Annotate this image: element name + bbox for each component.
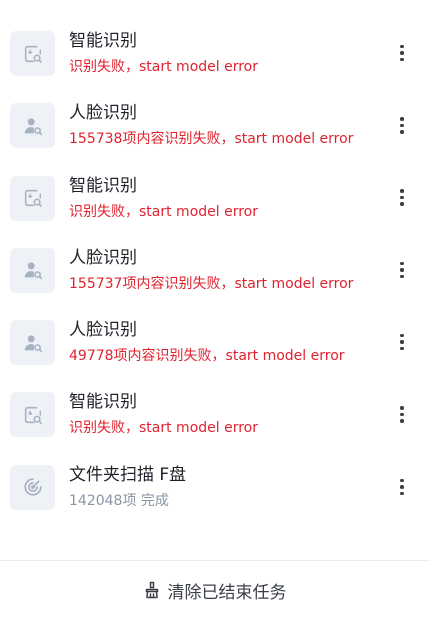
task-row-face-recognition-3[interactable]: 人脸识别 49778项内容识别失败，start model error (0, 306, 430, 378)
more-options-button[interactable] (390, 328, 414, 356)
more-options-button[interactable] (390, 184, 414, 212)
task-title: 智能识别 (69, 392, 137, 413)
task-row-face-recognition-1[interactable]: 人脸识别 155738项内容识别失败，start model error (0, 89, 430, 161)
task-list: 智能识别 识别失败，start model error 人脸识别 155738项… (0, 17, 430, 523)
person-search-icon (10, 103, 55, 149)
radar-scan-icon (10, 464, 55, 510)
more-options-button[interactable] (390, 400, 414, 428)
more-options-button[interactable] (390, 111, 414, 139)
task-row-smart-recognition-1[interactable]: 智能识别 识别失败，start model error (0, 17, 430, 89)
image-search-icon (10, 31, 55, 76)
task-row-face-recognition-2[interactable]: 人脸识别 155737项内容识别失败，start model error (0, 234, 430, 306)
task-title: 文件夹扫描 F盘 (69, 464, 187, 485)
clear-finished-tasks-label: 清除已结束任务 (167, 582, 287, 603)
task-status: 识别失败，start model error (69, 420, 258, 437)
task-status: 155737项内容识别失败，start model error (69, 275, 354, 292)
more-options-button[interactable] (390, 473, 414, 501)
task-status: 识别失败，start model error (69, 203, 258, 220)
task-status: 识别失败，start model error (69, 59, 258, 75)
task-status: 155738项内容识别失败，start model error (69, 131, 354, 148)
task-status: 49778项内容识别失败，start model error (69, 348, 345, 365)
task-row-folder-scan[interactable]: 文件夹扫描 F盘 142048项 完成 (0, 451, 430, 523)
task-title: 智能识别 (69, 175, 137, 196)
task-status: 142048项 完成 (69, 492, 169, 509)
image-search-icon (10, 392, 55, 438)
task-title: 智能识别 (69, 31, 137, 51)
more-options-button[interactable] (390, 256, 414, 284)
image-search-icon (10, 175, 55, 221)
task-title: 人脸识别 (69, 103, 137, 124)
clear-finished-tasks-button[interactable]: 清除已结束任务 (0, 561, 430, 619)
person-search-icon (10, 247, 55, 293)
person-search-icon (10, 320, 55, 366)
task-title: 人脸识别 (69, 320, 137, 341)
broom-icon (144, 581, 160, 599)
task-title: 人脸识别 (69, 247, 137, 268)
task-row-smart-recognition-2[interactable]: 智能识别 识别失败，start model error (0, 162, 430, 234)
task-row-smart-recognition-3[interactable]: 智能识别 识别失败，start model error (0, 378, 430, 450)
more-options-button[interactable] (390, 39, 414, 67)
